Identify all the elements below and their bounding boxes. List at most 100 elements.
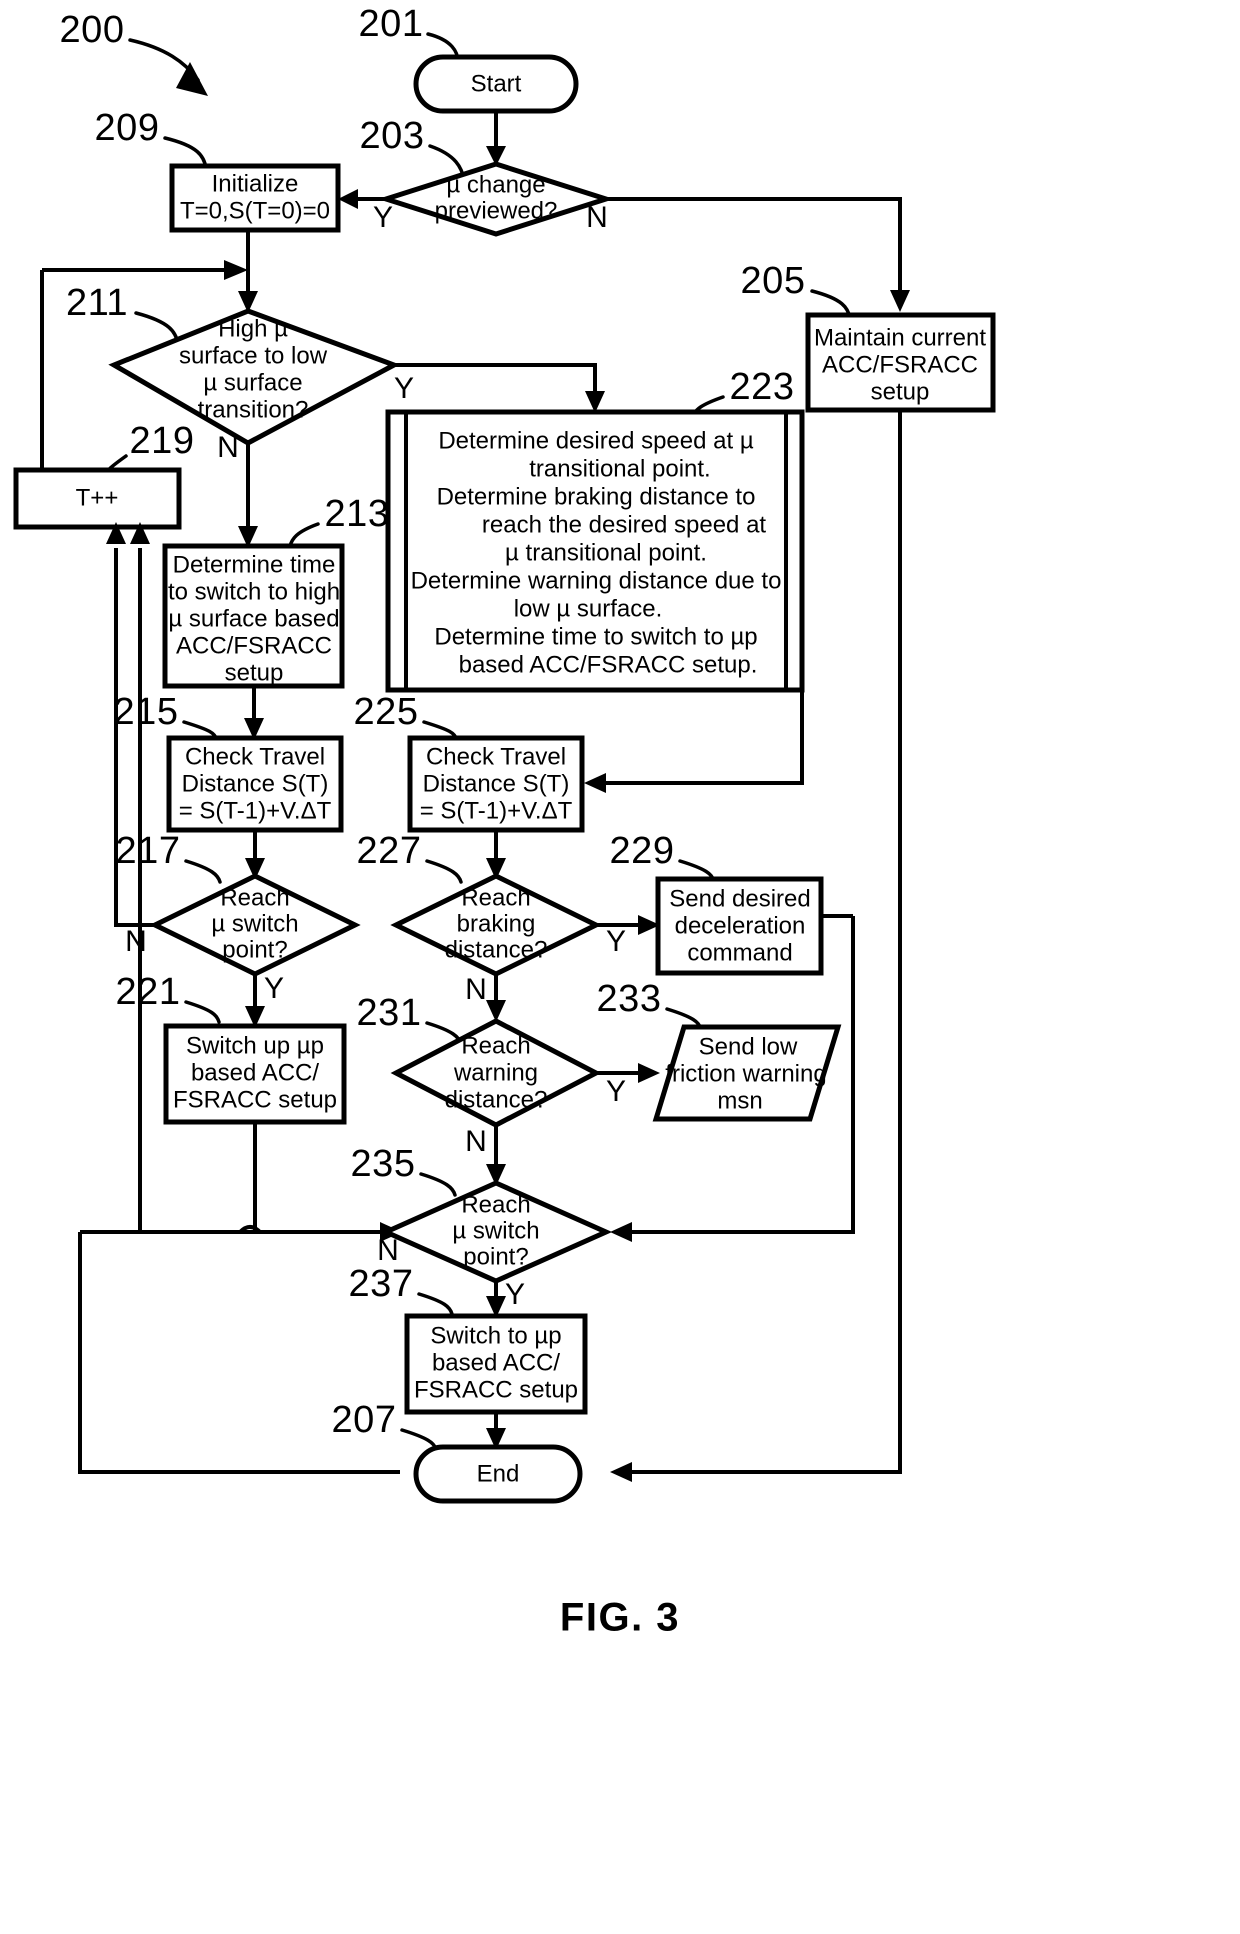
node-end-label: End — [477, 1460, 520, 1487]
node-223-line5: µ transitional point. — [505, 539, 707, 566]
node-233-line1: Send low — [699, 1033, 798, 1060]
node-223-line2: transitional point. — [529, 455, 710, 482]
node-213-line2: to switch to high — [168, 578, 340, 605]
node-229-line2: deceleration — [675, 912, 806, 939]
node-237-line2: based ACC/ — [432, 1349, 560, 1376]
node-229-line1: Send desired — [669, 885, 810, 912]
node-223-line1: Determine desired speed at µ — [438, 427, 754, 454]
node-215-line2: Distance S(T) — [182, 770, 329, 797]
node-219-label: T++ — [76, 484, 119, 511]
branch-231-yes: Y — [606, 1075, 626, 1108]
node-223-line6: Determine warning distance due to — [411, 567, 782, 594]
ref-200: 200 — [60, 9, 125, 51]
node-213-line5: setup — [225, 659, 284, 686]
edge-223-to-225 — [596, 690, 804, 785]
ref-219: 219 — [130, 420, 195, 462]
node-209-line1: Initialize — [212, 170, 299, 197]
node-233-line3: msn — [717, 1087, 762, 1114]
branch-217-no: N — [125, 925, 147, 958]
node-225-line1: Check Travel — [426, 743, 566, 770]
node-211-line1: High µ — [218, 315, 288, 342]
lead-line-221 — [184, 1000, 221, 1024]
branch-235-yes: Y — [505, 1278, 525, 1311]
node-211-line4: transition? — [198, 396, 309, 423]
node-223-line8: Determine time to switch to µp — [434, 623, 757, 650]
node-223-line4: reach the desired speed at — [482, 511, 767, 538]
node-223-line7: low µ surface. — [514, 595, 663, 622]
lead-line-235 — [419, 1172, 457, 1197]
lead-arrow-200 — [176, 62, 208, 96]
ref-211: 211 — [66, 282, 128, 324]
figure-caption: FIG. 3 — [560, 1596, 680, 1640]
node-215-line1: Check Travel — [185, 743, 325, 770]
ref-205: 205 — [741, 260, 806, 302]
branch-235-no: N — [377, 1234, 399, 1267]
ref-203: 203 — [360, 115, 425, 157]
node-205-line3: setup — [871, 378, 930, 405]
node-227-line1: Reach — [461, 884, 530, 911]
edge-arrow-223-225 — [584, 773, 606, 793]
node-203-line2: previewed? — [435, 197, 558, 224]
node-203-line1: µ change — [446, 171, 545, 198]
ref-235: 235 — [351, 1143, 416, 1185]
node-235-line1: Reach — [461, 1191, 530, 1218]
ref-233: 233 — [597, 978, 662, 1020]
edge-arrow-loop-211 — [224, 260, 248, 280]
node-213-line1: Determine time — [173, 551, 336, 578]
patent-figure-3: 200 201 Start 203 µ change previewed? Y … — [0, 0, 1240, 1934]
edge-arrow-229-235 — [610, 1222, 632, 1242]
node-221-line1: Switch up µp — [186, 1032, 324, 1059]
edge-arrow-231-233 — [638, 1063, 660, 1083]
branch-211-no: N — [217, 431, 239, 464]
node-217-line2: µ switch — [211, 910, 298, 937]
ref-213: 213 — [325, 493, 390, 535]
node-205-line2: ACC/FSRACC — [822, 351, 978, 378]
lead-line-217 — [184, 859, 222, 884]
lead-line-227 — [425, 859, 463, 884]
node-231-line2: warning — [453, 1059, 538, 1086]
ref-201: 201 — [359, 3, 424, 45]
node-227-line3: distance? — [445, 936, 548, 963]
node-213-line4: ACC/FSRACC — [176, 632, 332, 659]
lead-line-207 — [400, 1428, 438, 1451]
ref-225: 225 — [354, 691, 419, 733]
node-217-line3: point? — [222, 936, 287, 963]
edge-arrow-203-205 — [890, 290, 910, 312]
lead-line-213 — [288, 522, 320, 548]
node-221-line2: based ACC/ — [191, 1059, 319, 1086]
branch-227-no: N — [465, 973, 487, 1006]
node-217-line1: Reach — [220, 884, 289, 911]
ref-237: 237 — [349, 1263, 414, 1305]
node-237-line1: Switch to µp — [430, 1322, 561, 1349]
branch-203-yes: Y — [373, 201, 393, 234]
edge-arrow-203-209 — [338, 189, 358, 209]
node-231-line3: distance? — [445, 1086, 548, 1113]
node-205-line1: Maintain current — [814, 324, 986, 351]
ref-221: 221 — [116, 971, 181, 1013]
ref-207: 207 — [332, 1399, 397, 1441]
node-233-line2: friction warning — [665, 1060, 826, 1087]
node-213-line3: µ surface based — [168, 605, 339, 632]
node-231-line1: Reach — [461, 1032, 530, 1059]
edge-arrow-205-end — [610, 1462, 632, 1482]
node-235-line2: µ switch — [452, 1217, 539, 1244]
node-225-line3: = S(T-1)+V.ΔT — [420, 797, 573, 824]
node-229-line3: command — [687, 939, 792, 966]
ref-223: 223 — [730, 366, 795, 408]
node-211-line2: surface to low — [179, 342, 328, 369]
ref-227: 227 — [357, 830, 422, 872]
branch-211-yes: Y — [394, 372, 414, 405]
node-209-line2: T=0,S(T=0)=0 — [180, 197, 330, 224]
node-223-line3: Determine braking distance to — [437, 483, 756, 510]
edge-211-yes-to-223 — [394, 363, 597, 395]
ref-215: 215 — [114, 691, 179, 733]
node-227-line2: braking — [457, 910, 536, 937]
node-225-line2: Distance S(T) — [423, 770, 570, 797]
ref-209: 209 — [95, 107, 160, 149]
node-223-line9: based ACC/FSRACC setup. — [459, 651, 758, 678]
ref-229: 229 — [610, 830, 675, 872]
branch-217-yes: Y — [264, 972, 284, 1005]
ref-231: 231 — [357, 992, 422, 1034]
node-211-line3: µ surface — [203, 369, 302, 396]
lead-line-237 — [417, 1292, 454, 1316]
